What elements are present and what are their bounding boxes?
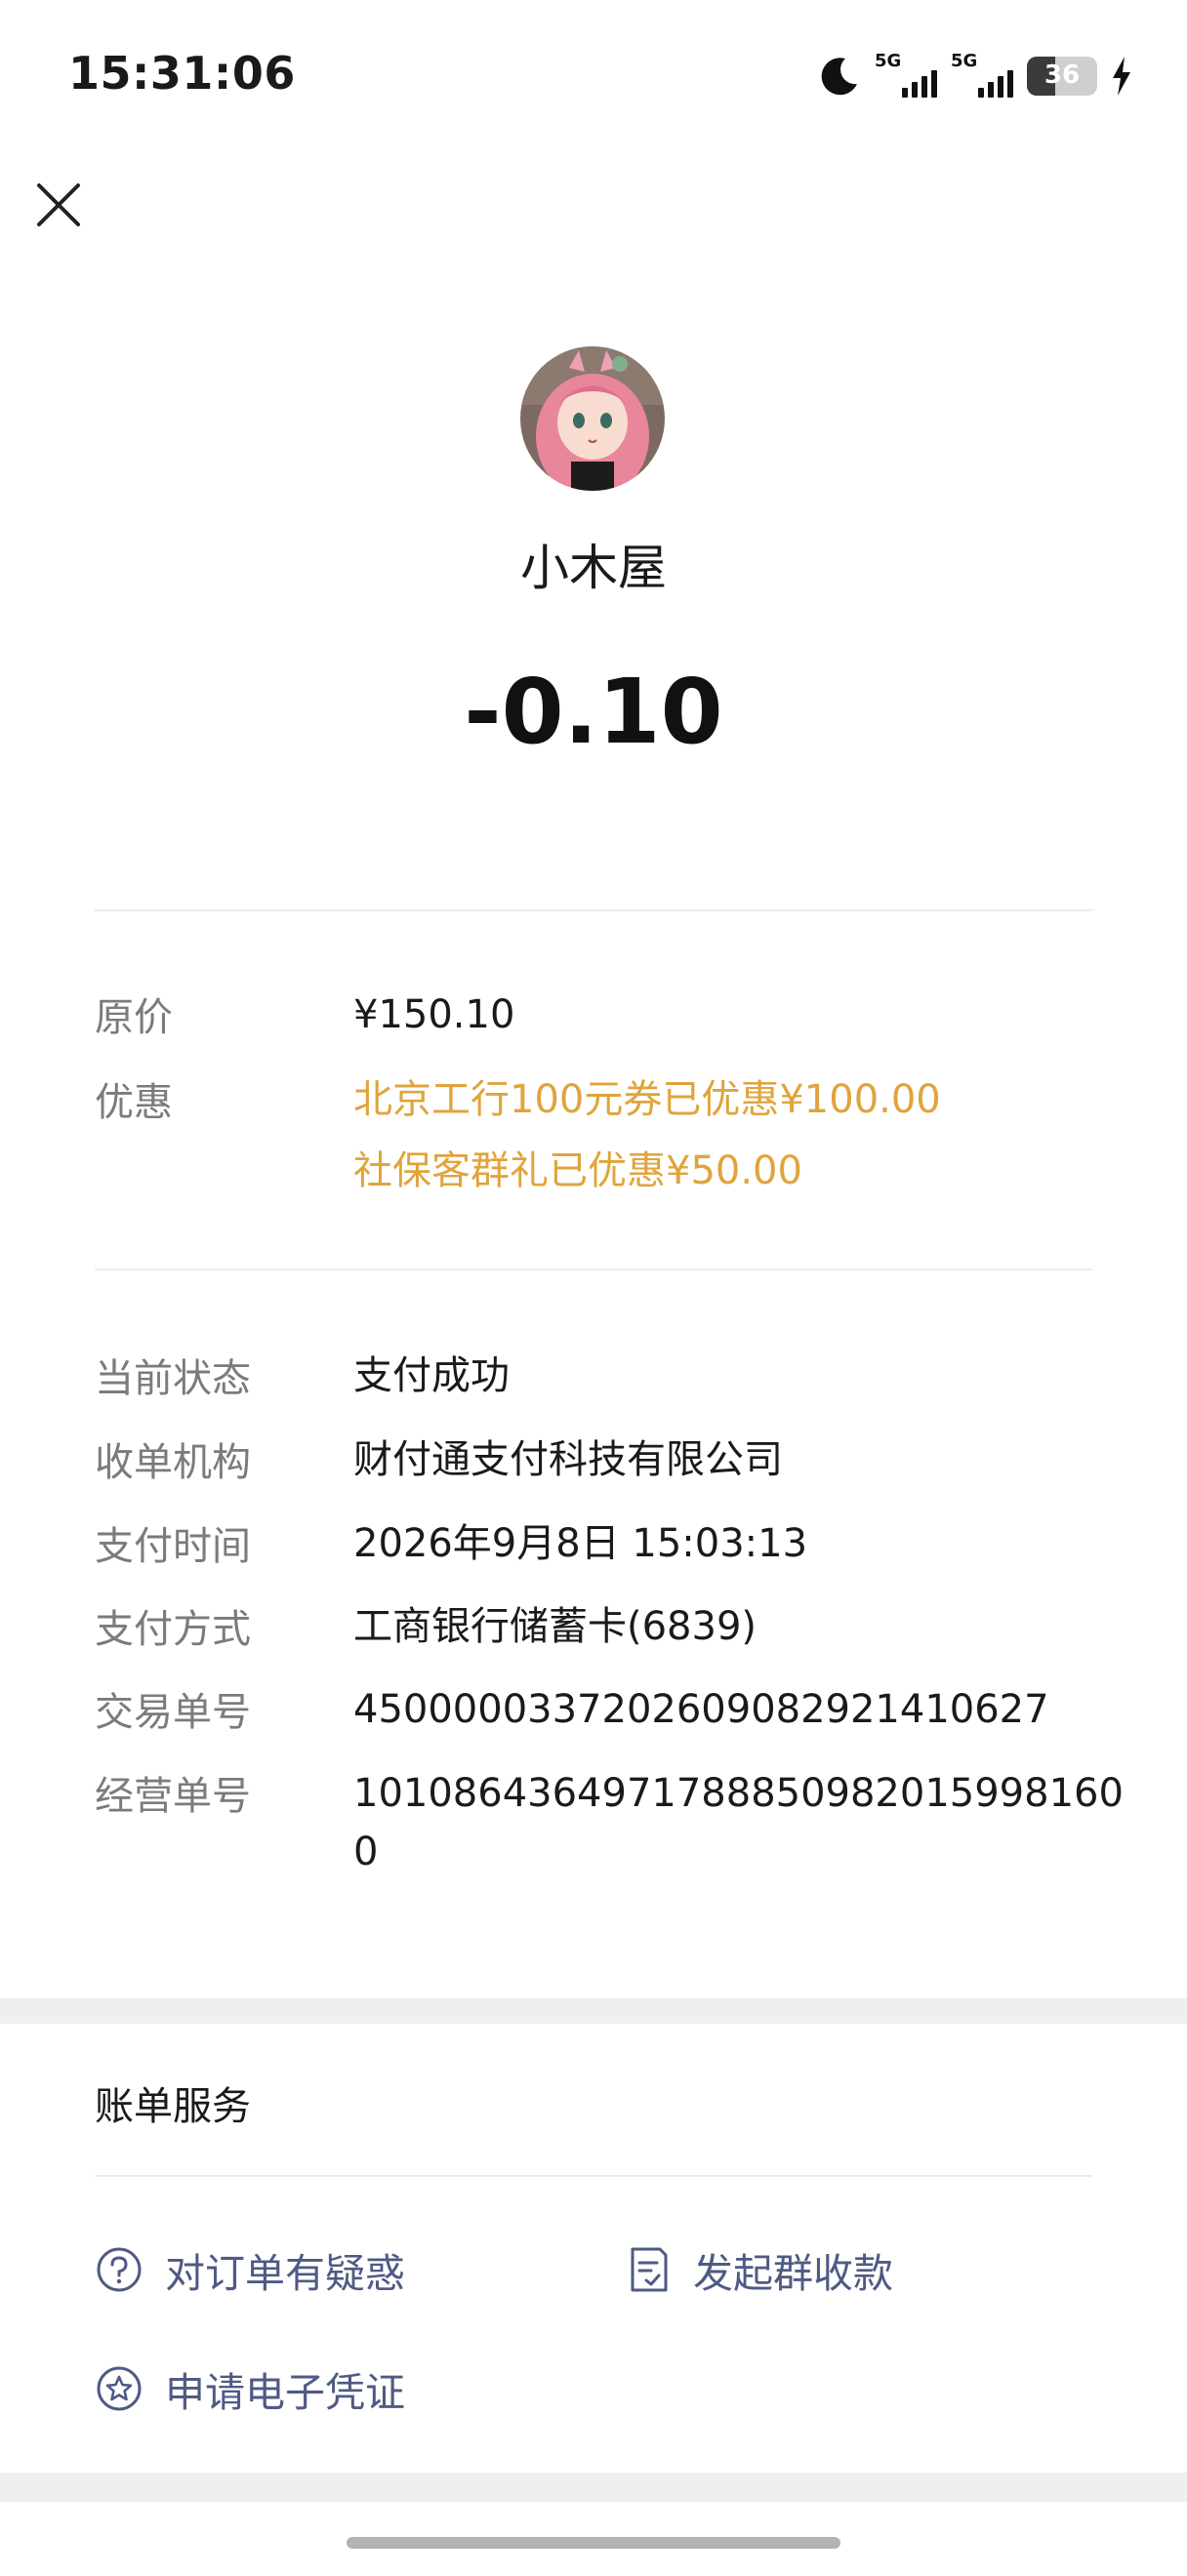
e-voucher-label: 申请电子凭证 [165,2369,405,2416]
order-question-button[interactable]: 对订单有疑惑 [95,2240,405,2299]
detail-label: 经营单号 [95,1774,251,1819]
order-question-label: 对订单有疑惑 [165,2250,405,2297]
status-bar: 15:31:06 5G 5G 36 [0,0,1187,156]
battery-level: 36 [1044,60,1081,90]
discount-label: 优惠 [95,1080,173,1125]
e-voucher-button[interactable]: 申请电子凭证 [95,2359,405,2418]
close-button[interactable] [29,176,88,234]
divider [95,909,1092,911]
charging-bolt-icon [1113,57,1130,96]
section-gap [0,1998,1187,2024]
moon-icon [821,58,857,96]
group-collection-button[interactable]: 发起群收款 [625,2240,893,2299]
detail-label: 当前状态 [95,1356,251,1401]
detail-value: 工商银行储蓄卡(6839) [353,1604,757,1649]
bill-services-title: 账单服务 [95,2084,251,2129]
merchant-order-id-cont[interactable]: 0 [353,1823,1095,1881]
payment-amount: -0.10 [464,660,723,764]
signal-icon-2: 5G [951,51,1013,101]
detail-label: 交易单号 [95,1690,251,1735]
merchant-order-id[interactable]: 1010864364971788850982015998160 [353,1764,1124,1823]
detail-value: 财付通支付科技有限公司 [353,1437,783,1482]
star-badge-icon [97,2366,142,2411]
detail-value: 支付成功 [353,1353,510,1398]
close-icon [37,183,80,226]
receipt-icon [631,2247,668,2292]
battery-icon: 36 [1027,57,1097,96]
divider [95,2175,1092,2177]
detail-label: 收单机构 [95,1440,251,1485]
original-price-label: 原价 [95,995,173,1040]
merchant-name: 小木屋 [520,540,667,596]
discount-item: 社保客群礼已优惠¥50.00 [353,1148,802,1193]
original-price-value: ¥150.10 [353,992,515,1037]
question-circle-icon [97,2247,142,2292]
signal-icon: 5G [875,51,937,101]
detail-label: 支付方式 [95,1607,251,1652]
detail-value: 2026年9月8日 15:03:13 [353,1521,808,1566]
merchant-avatar [520,346,665,491]
status-time: 15:31:06 [68,47,296,100]
discount-item: 北京工行100元券已优惠¥100.00 [353,1077,941,1122]
sim2-label: 5G [951,51,978,71]
section-gap [0,2473,1187,2502]
detail-label: 支付时间 [95,1524,251,1569]
transaction-id[interactable]: 4500000337202609082921410627 [353,1680,1095,1739]
group-collection-label: 发起群收款 [693,2250,893,2297]
status-icons: 5G 5G 36 [818,47,1132,105]
sim1-label: 5G [875,51,902,71]
home-indicator[interactable] [347,2537,840,2549]
divider [95,1268,1092,1270]
